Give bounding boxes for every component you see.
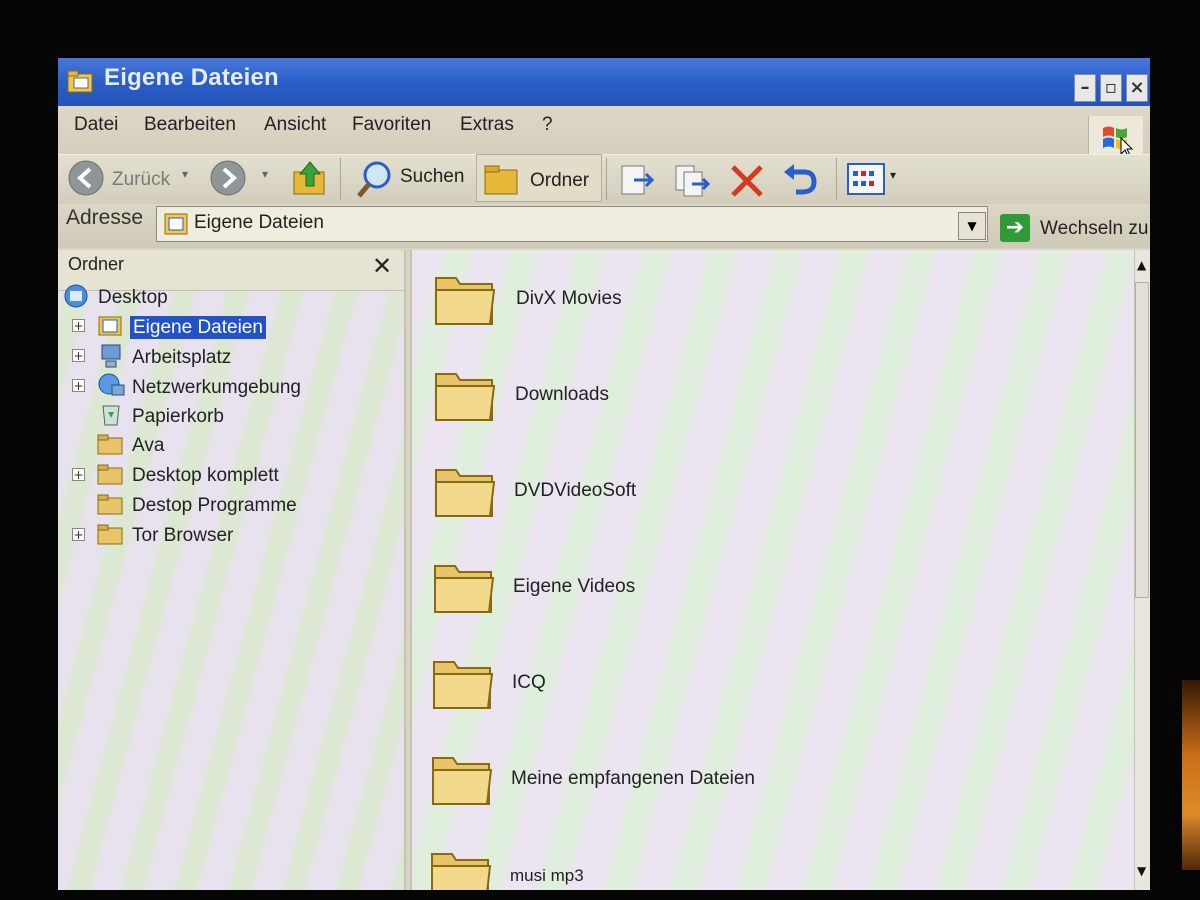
window-title: Eigene Dateien [104,64,279,91]
tree-item-eigene-dateien[interactable]: Eigene Dateien [130,316,266,339]
expand-icon[interactable]: + [72,528,85,541]
tree-item-netzwerkumgebung[interactable]: Netzwerkumgebung [132,377,301,399]
address-dropdown-button[interactable]: ▼ [958,212,986,240]
scrollbar-thumb[interactable] [1135,282,1149,598]
tree-item-desktop-komplett[interactable]: Desktop komplett [132,465,279,487]
folder-icon [97,494,123,515]
folder-icon[interactable] [430,650,496,714]
tree-item-label-selected[interactable]: Eigene Dateien [130,316,266,339]
background-light [1182,680,1200,870]
menu-extras[interactable]: Extras [460,114,514,136]
folders-button-label: Ordner [530,170,590,191]
scroll-down-icon[interactable]: ▼ [1137,864,1146,878]
expand-icon[interactable]: + [72,468,85,481]
folder-icon[interactable] [432,266,498,330]
toolbar-separator [340,158,341,200]
folder-name[interactable]: Downloads [515,384,609,406]
back-dropdown-icon[interactable]: ▾ [182,167,188,181]
toolbar-separator [606,158,607,200]
back-button-label[interactable]: Zurück [112,169,170,191]
my-documents-icon [98,316,122,336]
folder-name[interactable]: Meine empfangenen Dateien [511,768,755,790]
address-value[interactable]: Eigene Dateien [194,212,324,234]
forward-dropdown-icon[interactable]: ▾ [262,167,268,181]
folder-icon [97,434,123,455]
menu-bearbeiten[interactable]: Bearbeiten [144,114,236,136]
up-folder-icon[interactable] [290,158,330,198]
menu-ansicht[interactable]: Ansicht [264,114,326,136]
folder-icon[interactable] [429,746,495,810]
go-arrow-icon[interactable]: ➔ [1000,214,1030,242]
back-arrow-icon[interactable] [66,158,106,198]
folder-name[interactable]: DivX Movies [516,288,622,310]
file-list-area[interactable] [410,250,1134,890]
folder-icon [97,524,123,545]
go-button-label[interactable]: Wechseln zu [1040,218,1148,240]
folder-name[interactable]: musi mp3 [510,866,584,886]
expand-icon[interactable]: + [72,379,85,392]
search-icon[interactable] [354,158,396,200]
folder-pane-title: Ordner [68,254,125,274]
minimize-button[interactable]: – [1074,74,1096,102]
recycle-bin-icon [102,405,120,426]
folder-name[interactable]: ICQ [512,672,546,694]
folder-window-icon [67,70,93,93]
scroll-up-icon[interactable]: ▲ [1137,258,1146,272]
network-icon [98,373,125,396]
desktop-icon [64,284,88,308]
forward-arrow-icon[interactable] [208,158,248,198]
tree-item-destop-programme[interactable]: Destop Programme [132,495,297,517]
tree-item-papierkorb[interactable]: Papierkorb [132,406,224,428]
tree-item-arbeitsplatz[interactable]: Arbeitsplatz [132,347,231,369]
tree-item-tor-browser[interactable]: Tor Browser [132,525,233,547]
folder-pane-close-icon[interactable]: ✕ [372,252,392,280]
my-documents-icon [164,213,188,235]
folder-icon[interactable] [431,554,497,618]
explorer-window: Eigene Dateien – ▫ × Datei Bearbeiten An… [58,58,1150,890]
views-icon[interactable] [846,162,890,196]
undo-icon[interactable] [780,160,822,202]
folder-name[interactable]: DVDVideoSoft [514,480,636,502]
delete-icon[interactable] [726,160,768,202]
folder-icon[interactable] [432,458,498,522]
folder-icon[interactable] [432,362,498,426]
folders-icon [484,165,518,195]
windows-flag-icon [1103,126,1134,157]
menu-datei[interactable]: Datei [74,114,118,136]
folder-name[interactable]: Eigene Videos [513,576,635,598]
windows-logo [1088,116,1143,157]
folder-icon [97,464,123,485]
folder-icon[interactable] [428,842,494,890]
close-button[interactable]: × [1126,74,1148,102]
expand-icon[interactable]: + [72,349,85,362]
address-label: Adresse [66,206,144,229]
move-to-icon[interactable] [618,160,658,200]
views-dropdown-icon[interactable]: ▾ [890,168,896,182]
my-computer-icon [101,344,121,368]
search-button-label[interactable]: Suchen [400,166,464,188]
copy-to-icon[interactable] [672,160,712,200]
toolbar-separator [836,158,837,200]
restore-button[interactable]: ▫ [1100,74,1122,102]
tree-item-ava[interactable]: Ava [132,435,164,457]
menu-favoriten[interactable]: Favoriten [352,114,431,136]
menu-help[interactable]: ? [542,114,553,136]
tree-item-desktop[interactable]: Desktop [98,287,168,309]
expand-icon[interactable]: + [72,319,85,332]
